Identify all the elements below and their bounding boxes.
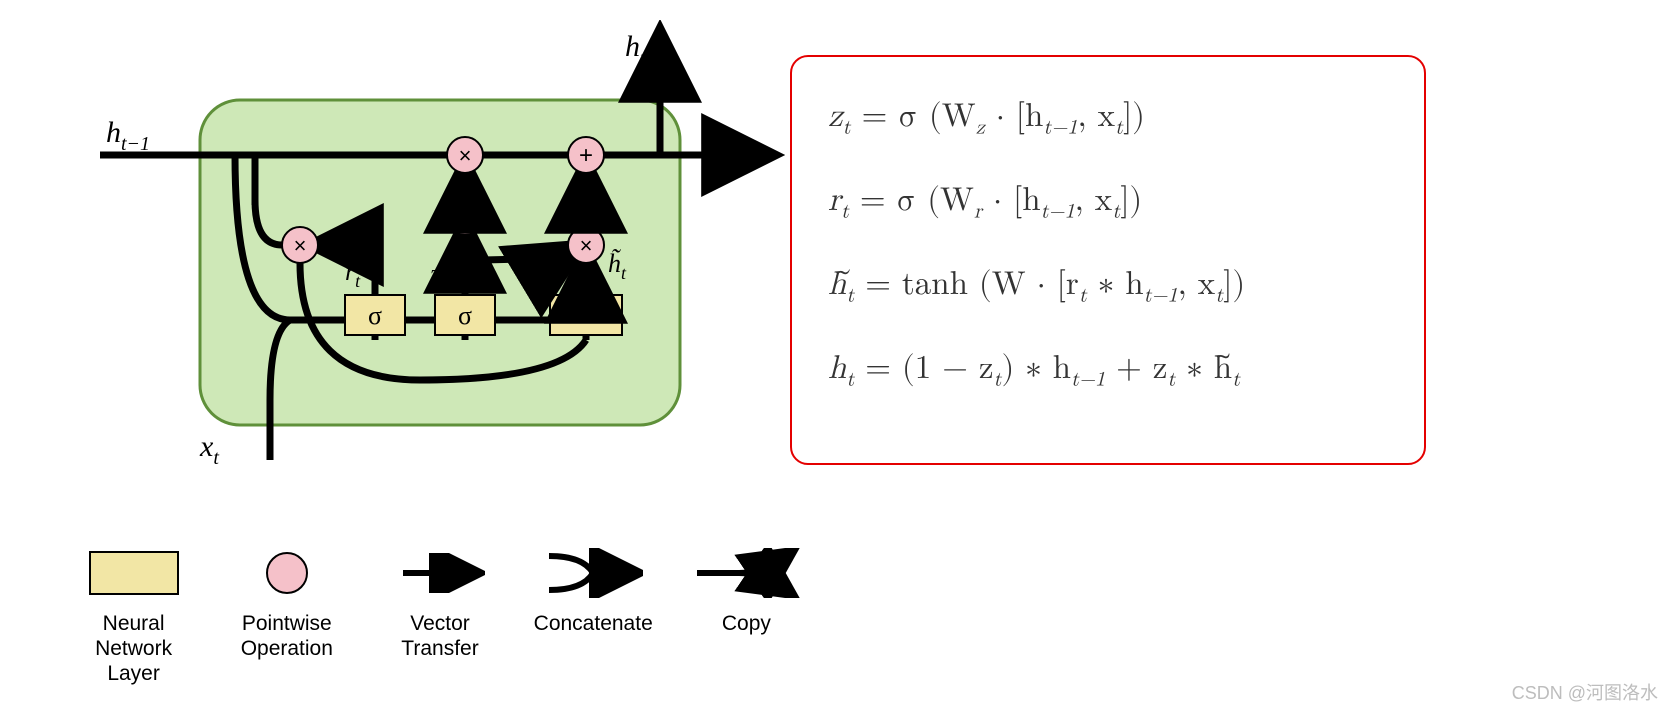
svg-text:σ: σ bbox=[368, 301, 382, 330]
legend-rect-icon bbox=[89, 551, 179, 595]
svg-text:σ: σ bbox=[458, 301, 472, 330]
legend-pointwise: PointwiseOperation bbox=[223, 545, 350, 661]
svg-text:1-: 1- bbox=[456, 207, 474, 229]
label-h-out: ht bbox=[625, 30, 646, 69]
legend-copy-icon bbox=[691, 548, 801, 598]
legend-concat: Concatenate bbox=[530, 545, 657, 636]
tanh-box: tanh bbox=[550, 295, 622, 335]
svg-text:tanh: tanh bbox=[565, 302, 608, 327]
svg-text:+: + bbox=[579, 142, 593, 169]
equation-h: ht = (1 − zt) ∗ ht−1 + zt ∗ h̃t bbox=[828, 327, 1398, 411]
op-mul-top: × bbox=[447, 137, 483, 173]
legend: Neural NetworkLayer PointwiseOperation V… bbox=[70, 545, 810, 685]
legend-copy: Copy bbox=[683, 545, 810, 636]
label-x-in: xt bbox=[199, 430, 219, 469]
label-h-prev: ht−1 bbox=[106, 116, 150, 155]
svg-text:×: × bbox=[580, 233, 593, 258]
gru-svg: ht−1 ht xt σ σ tanh bbox=[60, 20, 800, 480]
legend-circle-icon bbox=[266, 552, 308, 594]
sigma-box-z: σ bbox=[435, 295, 495, 335]
svg-text:×: × bbox=[459, 143, 472, 168]
gru-cell-diagram: ht−1 ht xt σ σ tanh bbox=[60, 20, 800, 480]
sigma-box-r: σ bbox=[345, 295, 405, 335]
legend-vector: VectorTransfer bbox=[376, 545, 503, 661]
op-add-top: + bbox=[568, 137, 604, 173]
legend-arrow-icon bbox=[395, 553, 485, 593]
watermark: CSDN @河图洛水 bbox=[1512, 679, 1658, 705]
legend-concat-icon bbox=[543, 548, 643, 598]
equation-htilde: h̃t = tanh (W · [rt ∗ ht−1, xt]) bbox=[828, 243, 1398, 327]
equation-r: rt = σ (Wr · [ht−1, xt]) bbox=[828, 159, 1398, 243]
legend-nn-layer: Neural NetworkLayer bbox=[70, 545, 197, 687]
one-minus-op: 1- bbox=[441, 199, 489, 235]
svg-text:×: × bbox=[294, 233, 307, 258]
equation-z: zt = σ (Wz · [ht−1, xt]) bbox=[828, 75, 1398, 159]
op-mul-r: × bbox=[282, 227, 318, 263]
op-mul-cand: × bbox=[568, 227, 604, 263]
equations-box: zt = σ (Wz · [ht−1, xt]) rt = σ (Wr · [h… bbox=[790, 55, 1426, 465]
